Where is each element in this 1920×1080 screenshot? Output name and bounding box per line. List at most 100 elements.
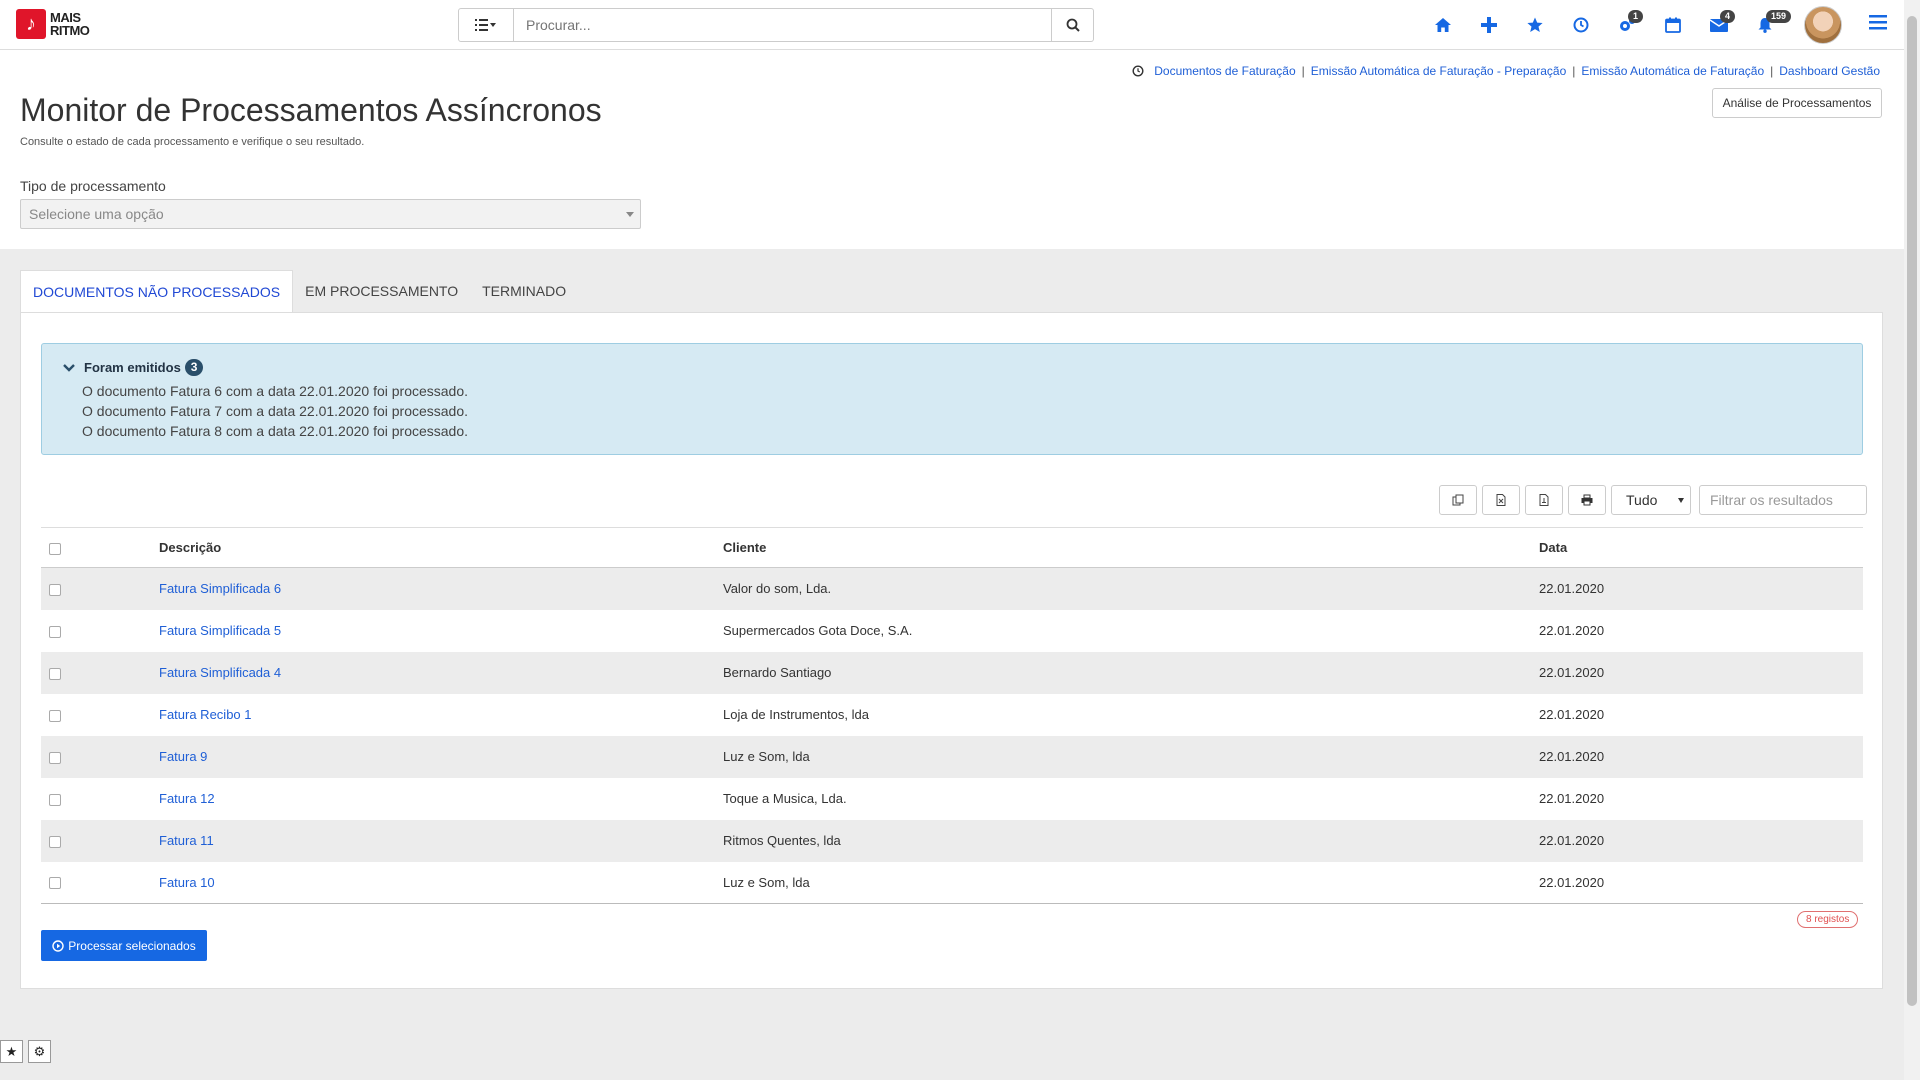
row-checkbox[interactable]: [49, 625, 61, 638]
processing-type-select[interactable]: Selecione uma opção: [20, 199, 641, 229]
tab-panel: Foram emitidos 3 O documento Fatura 6 co…: [20, 312, 1883, 989]
calendar-button[interactable]: [1650, 6, 1696, 44]
alert-line: O documento Fatura 7 com a data 22.01.20…: [82, 403, 469, 419]
row-checkbox[interactable]: [49, 667, 61, 680]
search-button[interactable]: [1052, 8, 1094, 42]
date-cell: 22.01.2020: [1539, 581, 1605, 597]
alert-count-badge: 3: [184, 359, 204, 376]
notifications-button[interactable]: 159: [1742, 6, 1792, 44]
row-checkbox[interactable]: [49, 709, 61, 722]
alert-messages: O documento Fatura 6 com a data 22.01.20…: [82, 381, 468, 441]
date-cell: 22.01.2020: [1539, 861, 1863, 904]
copy-button[interactable]: [1439, 485, 1477, 515]
processing-type-label: Tipo de processamento: [20, 178, 166, 194]
date-cell: 22.01.2020: [1539, 791, 1605, 806]
pdf-export-button[interactable]: [1525, 485, 1563, 515]
column-header-descricao[interactable]: Descrição: [159, 527, 723, 568]
settings-button[interactable]: ⚙: [28, 1040, 51, 1063]
row-checkbox[interactable]: [49, 877, 61, 890]
document-link[interactable]: Fatura 12: [159, 791, 215, 806]
document-link[interactable]: Fatura 9: [159, 749, 207, 764]
filter-input[interactable]: [1699, 485, 1867, 515]
table-row: Fatura 9 Luz e Som, lda 22.01.2020: [41, 735, 1863, 778]
document-link[interactable]: Fatura 11: [159, 833, 214, 848]
search-icon: [1066, 18, 1080, 32]
date-cell: 22.01.2020: [1539, 833, 1605, 848]
client-cell: Supermercados Gota Doce, S.A.: [723, 623, 913, 638]
document-link[interactable]: Fatura 10: [159, 875, 215, 890]
page-title: Monitor de Processamentos Assíncronos: [20, 92, 602, 128]
scrollbar-thumb[interactable]: [1907, 16, 1917, 1006]
date-cell: 22.01.2020: [1539, 623, 1605, 638]
emitted-alert: Foram emitidos 3 O documento Fatura 6 co…: [41, 343, 1863, 455]
tab-bar: DOCUMENTOS NÃO PROCESSADOS EM PROCESSAME…: [20, 270, 578, 313]
table-row: Fatura 12 Toque a Musica, Lda. 22.01.202…: [41, 778, 1863, 820]
client-cell: Bernardo Santiago: [723, 665, 832, 680]
search-type-dropdown[interactable]: [458, 8, 514, 42]
breadcrumb-link[interactable]: Dashboard Gestão: [1779, 64, 1880, 78]
file-excel-icon: [1496, 494, 1506, 506]
excel-export-button[interactable]: [1482, 485, 1520, 515]
search-bar: [458, 8, 1094, 42]
tab-em-processamento[interactable]: EM PROCESSAMENTO: [293, 270, 470, 313]
notifications-badge: 159: [1766, 10, 1792, 23]
column-header-cliente[interactable]: Cliente: [723, 527, 1539, 568]
client-cell: Valor do som, Lda.: [723, 581, 832, 597]
alert-toggle[interactable]: Foram emitidos 3: [62, 359, 204, 376]
row-checkbox[interactable]: [49, 583, 61, 596]
column-header-data[interactable]: Data: [1539, 527, 1863, 568]
search-input[interactable]: [514, 8, 1052, 42]
tab-nao-processados[interactable]: DOCUMENTOS NÃO PROCESSADOS: [20, 270, 294, 313]
messages-badge: 4: [1720, 10, 1736, 23]
alert-line: O documento Fatura 6 com a data 22.01.20…: [82, 383, 469, 399]
client-cell: Luz e Som, lda: [723, 749, 810, 764]
document-link[interactable]: Fatura Simplificada 5: [159, 623, 281, 638]
caret-down-icon: [1678, 498, 1684, 503]
star-icon: [1527, 17, 1543, 32]
analysis-button[interactable]: Análise de Processamentos: [1712, 88, 1882, 118]
alert-line: O documento Fatura 8 com a data 22.01.20…: [82, 423, 469, 439]
bookmark-button[interactable]: ★: [0, 1040, 23, 1063]
row-checkbox[interactable]: [49, 793, 61, 806]
tab-terminado[interactable]: TERMINADO: [470, 270, 578, 313]
caret-down-icon: [626, 212, 634, 217]
add-button[interactable]: [1466, 6, 1512, 44]
clock-icon: [1132, 65, 1144, 77]
date-cell: 22.01.2020: [1539, 665, 1605, 680]
tasks-button[interactable]: 1: [1604, 6, 1650, 44]
row-checkbox[interactable]: [49, 751, 61, 764]
select-all-checkbox[interactable]: [49, 542, 61, 555]
page-size-select[interactable]: Tudo: [1611, 485, 1691, 515]
page-scrollbar[interactable]: [1904, 0, 1920, 1080]
client-cell: Luz e Som, lda: [723, 861, 1539, 904]
print-icon: [1581, 494, 1593, 506]
document-link[interactable]: Fatura Recibo 1: [159, 707, 252, 722]
document-link[interactable]: Fatura Simplificada 4: [159, 665, 281, 680]
app-logo[interactable]: ♪ MAIS RITMO: [16, 9, 90, 39]
page-subtitle: Consulte o estado de cada processamento …: [20, 136, 365, 148]
messages-button[interactable]: 4: [1696, 6, 1742, 44]
process-selected-button[interactable]: Processar selecionados: [41, 930, 207, 961]
document-link[interactable]: Fatura Simplificada 6: [159, 581, 281, 596]
favorites-button[interactable]: [1512, 6, 1558, 44]
copy-icon: [1452, 494, 1464, 506]
list-icon: [475, 19, 496, 31]
star-icon: ★: [5, 1043, 18, 1059]
corner-buttons: ★ ⚙: [0, 1040, 56, 1063]
calendar-icon: [1665, 17, 1681, 33]
home-button[interactable]: [1420, 6, 1466, 44]
documents-table: Descrição Cliente Data Fatura Simplifica…: [41, 527, 1863, 904]
breadcrumb-link[interactable]: Emissão Automática de Faturação: [1581, 64, 1764, 78]
main-menu-button[interactable]: [1868, 13, 1892, 37]
table-row: Fatura 10 Luz e Som, lda 22.01.2020: [41, 861, 1863, 904]
row-checkbox[interactable]: [49, 835, 61, 848]
tasks-badge: 1: [1628, 10, 1644, 23]
file-pdf-icon: [1539, 494, 1549, 506]
breadcrumb-link[interactable]: Emissão Automática de Faturação - Prepar…: [1311, 64, 1566, 78]
print-button[interactable]: [1568, 485, 1606, 515]
user-avatar[interactable]: [1804, 6, 1842, 44]
table-header-row: Descrição Cliente Data: [41, 527, 1863, 568]
breadcrumb-link[interactable]: Documentos de Faturação: [1154, 64, 1295, 78]
history-button[interactable]: [1558, 6, 1604, 44]
page-header: Documentos de Faturação | Emissão Automá…: [0, 50, 1904, 249]
